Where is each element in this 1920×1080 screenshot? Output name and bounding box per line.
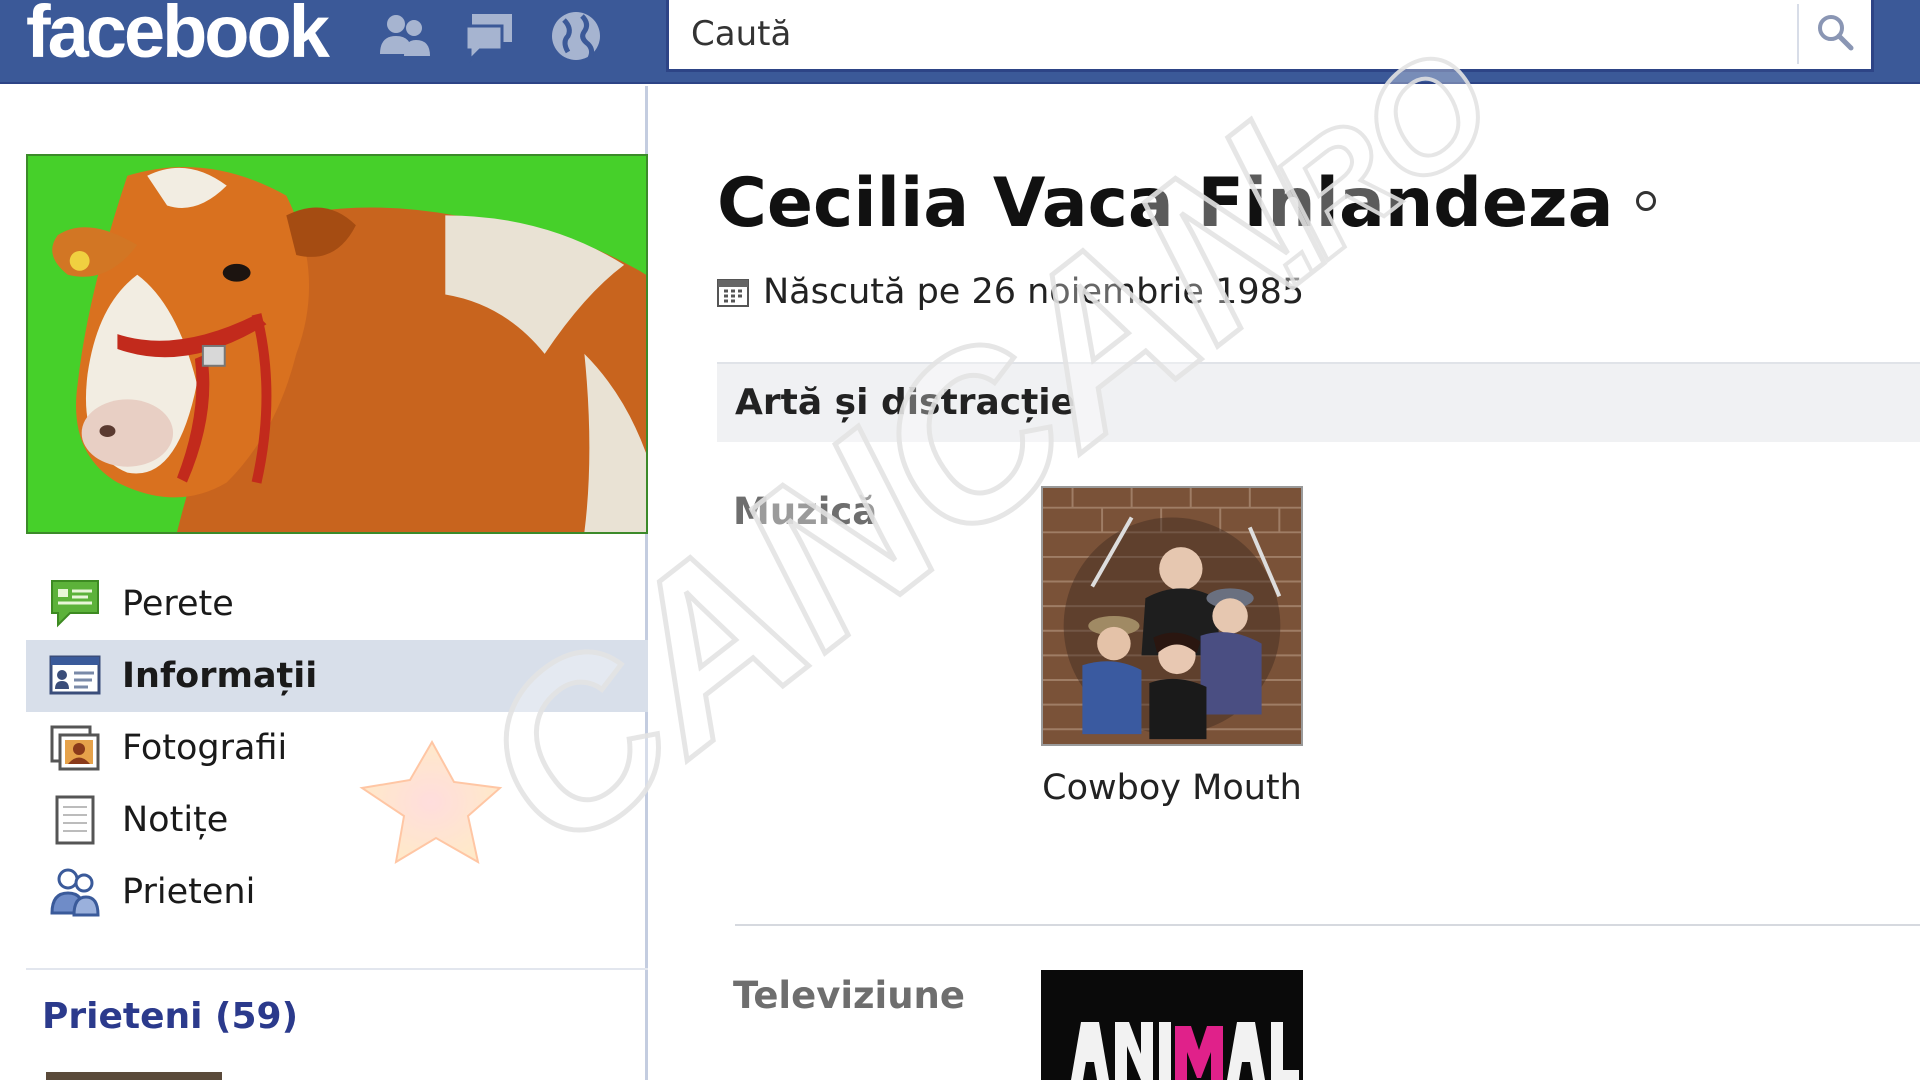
band-photo-thumbnail[interactable] (1041, 486, 1303, 746)
category-label-television: Televiziune (733, 974, 965, 1017)
nav-label-friends: Prieteni (122, 872, 256, 912)
nav-label-info: Informații (122, 656, 318, 696)
facebook-logo[interactable]: facebook (26, 0, 330, 72)
wall-speech-bubble-icon (48, 577, 102, 631)
nav-label-notes: Notițe (122, 800, 229, 840)
profile-tabs-nav: Perete Informații Fotografii Notițe Prie… (26, 568, 648, 928)
category-label-music: Muzică (733, 490, 878, 533)
section-title: Artă și distracție (735, 382, 1076, 423)
nav-item-wall[interactable]: Perete (26, 568, 648, 640)
top-navigation-bar: facebook (0, 0, 1920, 84)
search-input[interactable] (669, 0, 1797, 68)
sidebar-divider (26, 968, 648, 970)
nav-item-notes[interactable]: Notițe (26, 784, 648, 856)
search-icon (1814, 11, 1856, 57)
nav-label-photos: Fotografii (122, 728, 288, 768)
nav-label-wall: Perete (122, 584, 234, 624)
search-box (666, 0, 1874, 72)
section-header-bar: Artă și distracție (717, 362, 1920, 442)
photos-icon (48, 721, 102, 775)
profile-picture[interactable] (26, 154, 648, 534)
notes-icon (48, 793, 102, 847)
animal-planet-logo-thumbnail[interactable] (1041, 970, 1303, 1080)
nav-item-photos[interactable]: Fotografii (26, 712, 648, 784)
messages-icon[interactable] (462, 6, 522, 66)
notifications-globe-icon[interactable] (546, 6, 606, 66)
birthday-row: Născută pe 26 noiembrie 1985 (717, 272, 1304, 312)
friends-heading-link[interactable]: Prieteni (59) (42, 996, 298, 1037)
calendar-icon (717, 277, 749, 307)
friend-thumbnail[interactable] (46, 1072, 222, 1080)
friends-icon (48, 865, 102, 919)
nav-item-friends[interactable]: Prieteni (26, 856, 648, 928)
online-status-icon (1635, 191, 1656, 212)
nav-item-info[interactable]: Informații (26, 640, 648, 712)
search-button[interactable] (1797, 4, 1871, 64)
profile-name-text: Cecilia Vaca Finlandeza (717, 164, 1614, 243)
main-content: Cecilia Vaca Finlandeza Născută pe 26 no… (651, 86, 1920, 1080)
profile-name-heading: Cecilia Vaca Finlandeza (717, 164, 1656, 243)
music-page-card[interactable]: Cowboy Mouth (1041, 486, 1303, 808)
info-card-icon (48, 649, 102, 703)
band-name-link[interactable]: Cowboy Mouth (1041, 768, 1303, 808)
left-sidebar: Perete Informații Fotografii Notițe Prie… (0, 86, 648, 1080)
category-divider (735, 924, 1920, 926)
friend-requests-icon[interactable] (374, 6, 434, 66)
birthday-text: Născută pe 26 noiembrie 1985 (763, 272, 1305, 312)
